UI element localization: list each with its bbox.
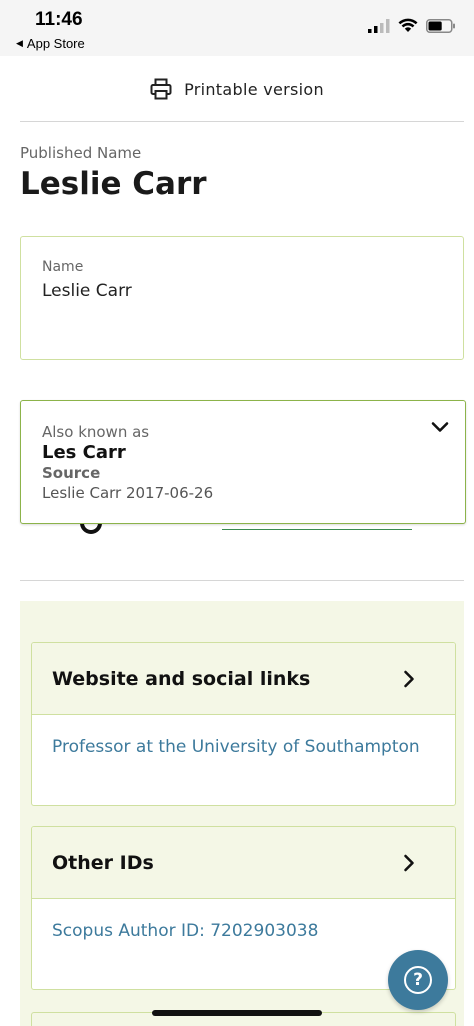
also-known-as-label: Also known as: [42, 423, 150, 441]
home-indicator: [152, 1010, 322, 1016]
battery-icon: [426, 18, 455, 33]
name-label: Name: [42, 259, 84, 275]
status-bar: 11:46 ◀ App Store: [0, 0, 474, 56]
back-to-app-store-link[interactable]: ◀ App Store: [16, 36, 85, 51]
chevron-right-icon: [404, 854, 414, 871]
wifi-icon: [398, 18, 418, 32]
published-name-label: Published Name: [20, 144, 142, 162]
name-card: Name Leslie Carr: [20, 236, 464, 360]
divider: [20, 121, 464, 122]
printable-version-label: Printable version: [184, 79, 324, 99]
help-button[interactable]: ?: [388, 950, 448, 1010]
name-value: Leslie Carr: [42, 281, 132, 301]
section-title: Other IDs: [52, 851, 154, 874]
source-label: Source: [42, 464, 101, 482]
source-value: Leslie Carr 2017-06-26: [42, 484, 214, 502]
printer-icon: [150, 78, 172, 100]
status-icons: [368, 18, 456, 33]
back-triangle-icon: ◀: [16, 38, 23, 48]
status-time: 11:46: [35, 9, 83, 30]
scopus-id-link[interactable]: Scopus Author ID: 7202903038: [52, 921, 318, 941]
other-ids-header[interactable]: Other IDs: [32, 827, 455, 899]
chevron-down-icon[interactable]: [431, 421, 449, 433]
also-known-as-card[interactable]: Also known as Les Carr Source Leslie Car…: [20, 400, 466, 524]
website-social-links-header[interactable]: Website and social links: [32, 643, 455, 715]
published-name: Leslie Carr: [20, 166, 207, 202]
signal-icon: [368, 18, 390, 33]
chevron-right-icon: [404, 670, 414, 687]
also-known-as-name: Les Carr: [42, 442, 126, 463]
printable-version-button[interactable]: Printable version: [0, 72, 474, 106]
section-title: Website and social links: [52, 667, 311, 690]
back-app-label: App Store: [26, 36, 85, 51]
website-social-links-card: Website and social links Professor at th…: [31, 642, 456, 806]
divider: [20, 580, 464, 581]
website-link[interactable]: Professor at the University of Southampt…: [52, 737, 420, 757]
help-icon: ?: [404, 966, 432, 994]
